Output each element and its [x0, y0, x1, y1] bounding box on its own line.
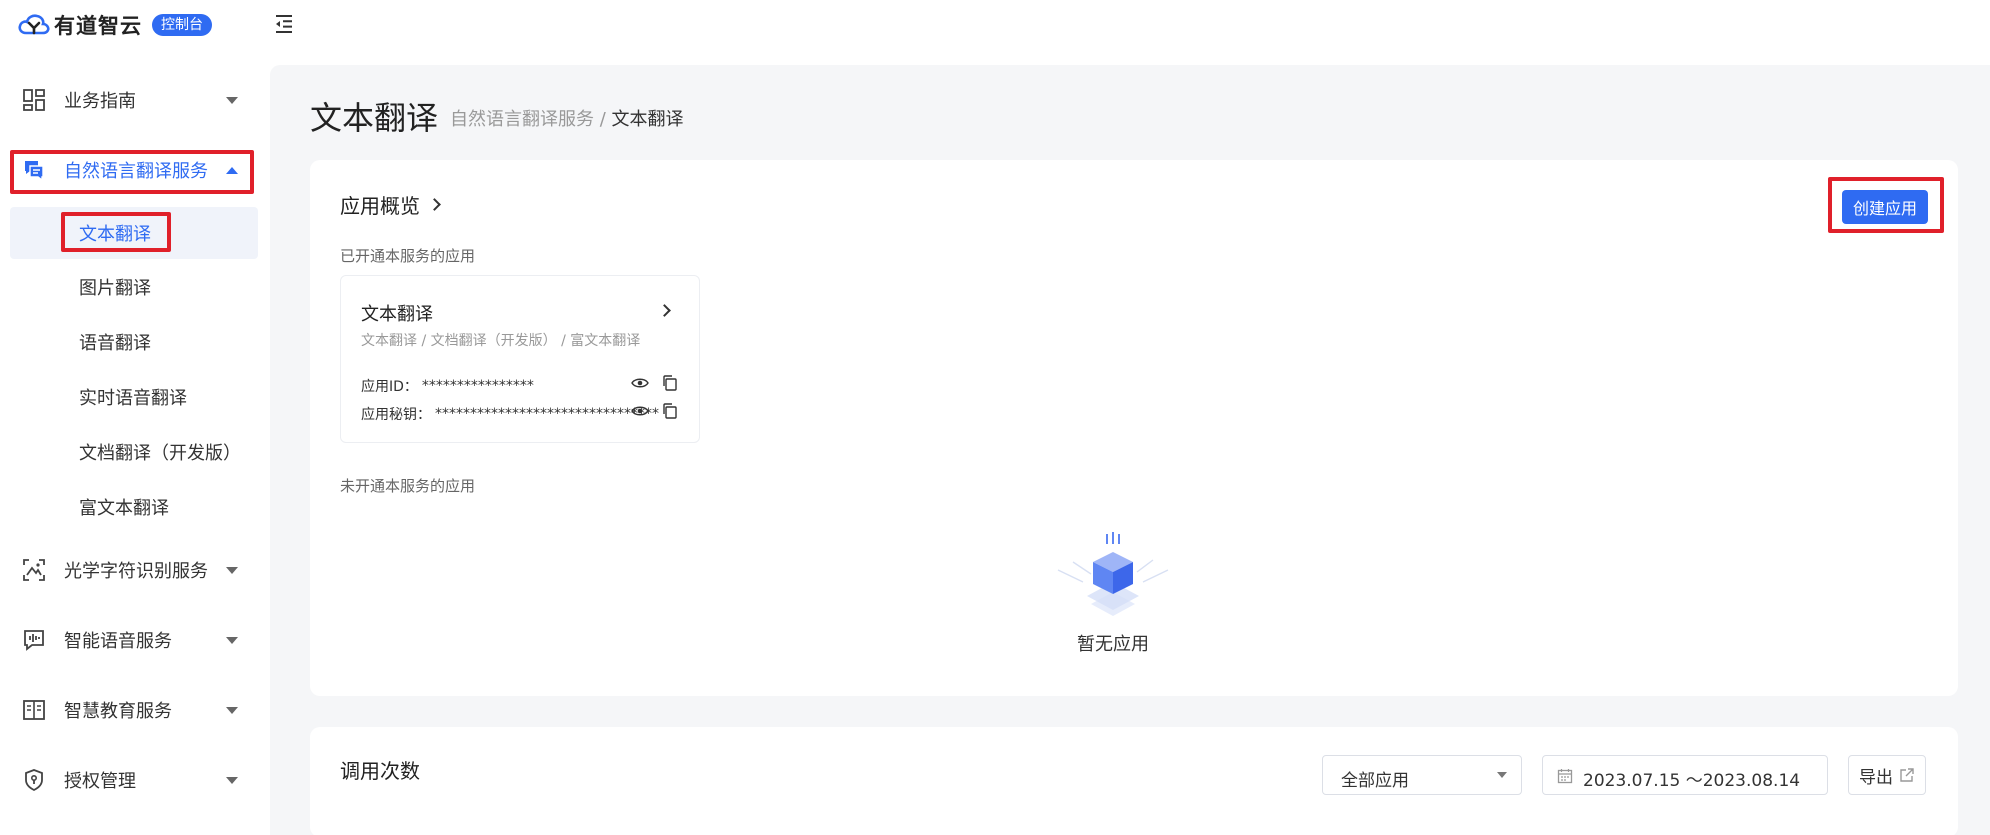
- app-secret-label: 应用秘钥：: [361, 407, 431, 423]
- breadcrumb-current: 文本翻译: [611, 109, 684, 130]
- app-filter-value: 全部应用: [1341, 771, 1409, 791]
- call-count-title: 调用次数: [340, 759, 420, 783]
- sub-item-label: 图片翻译: [79, 278, 151, 299]
- sub-item-realtime-voice-translation[interactable]: 实时语音翻译: [10, 371, 258, 423]
- sub-item-label: 富文本翻译: [79, 498, 169, 519]
- caret-down-icon: [1497, 772, 1507, 778]
- calendar-icon: [1557, 769, 1573, 784]
- nav-group-label: 光学字符识别服务: [64, 561, 208, 582]
- copy-icon[interactable]: [661, 402, 679, 420]
- nav-group-guide[interactable]: 业务指南: [10, 72, 258, 128]
- breadcrumb-separator: /: [594, 109, 612, 130]
- top-header: 有道智云 控制台: [0, 0, 1990, 50]
- date-range-value: 2023.07.15 ～2023.08.14: [1583, 771, 1801, 791]
- sub-item-voice-translation[interactable]: 语音翻译: [10, 316, 258, 368]
- nav-group-label: 智慧教育服务: [64, 701, 172, 722]
- empty-state: 暂无应用: [1038, 530, 1188, 660]
- nav-group-label: 自然语言翻译服务: [64, 161, 208, 182]
- brand-name: 有道智云: [54, 14, 142, 38]
- sub-item-label: 文档翻译（开发版）: [79, 443, 241, 464]
- main-content: 文本翻译 自然语言翻译服务 / 文本翻译 应用概览 创建应用 已开通本服务的应用…: [270, 65, 1990, 835]
- copy-icon[interactable]: [661, 374, 679, 392]
- nav-group-education[interactable]: 智慧教育服务: [10, 682, 258, 738]
- breadcrumb: 自然语言翻译服务 / 文本翻译: [450, 105, 684, 131]
- external-link-icon: [1900, 768, 1914, 782]
- app-id-label: 应用ID：: [361, 379, 418, 395]
- nav-group-ocr[interactable]: 光学字符识别服务: [10, 542, 258, 598]
- chevron-right-icon: [428, 198, 441, 211]
- collapse-menu-icon[interactable]: [272, 12, 296, 36]
- sub-item-label: 语音翻译: [79, 333, 151, 354]
- app-secret-row: 应用秘钥： ********************************: [361, 404, 659, 424]
- app-id-row: 应用ID： ****************: [361, 376, 534, 396]
- logo[interactable]: 有道智云 控制台: [18, 10, 212, 40]
- empty-state-text: 暂无应用: [1077, 634, 1149, 655]
- sub-item-text-translation[interactable]: 文本翻译: [10, 207, 258, 259]
- caret-down-icon: [226, 96, 238, 104]
- caret-down-icon: [226, 566, 238, 574]
- chat-translate-icon: [25, 161, 44, 182]
- nav-group-authorization[interactable]: 授权管理: [10, 752, 258, 808]
- grid-icon: [23, 89, 45, 111]
- disabled-apps-heading: 未开通本服务的应用: [340, 477, 476, 495]
- sub-item-image-translation[interactable]: 图片翻译: [10, 261, 258, 313]
- caret-down-icon: [226, 706, 238, 714]
- caret-down-icon: [226, 636, 238, 644]
- app-name: 文本翻译: [361, 304, 433, 325]
- voice-wave-icon: [24, 630, 44, 651]
- scan-image-icon: [23, 559, 45, 581]
- sub-item-richtext-translation[interactable]: 富文本翻译: [10, 481, 258, 533]
- empty-box-icon: [1057, 532, 1169, 616]
- nav-group-nlp-translation[interactable]: 自然语言翻译服务: [10, 142, 258, 198]
- export-button[interactable]: 导出: [1848, 755, 1926, 795]
- enabled-apps-heading: 已开通本服务的应用: [340, 247, 476, 265]
- nav-group-label: 智能语音服务: [64, 631, 172, 652]
- create-app-button[interactable]: 创建应用: [1842, 190, 1928, 224]
- sub-item-label: 文本翻译: [79, 224, 151, 245]
- book-icon: [23, 700, 45, 720]
- app-card[interactable]: 文本翻译 文本翻译 / 文档翻译（开发版） / 富文本翻译 应用ID： ****…: [340, 275, 700, 443]
- eye-icon[interactable]: [631, 402, 649, 420]
- chevron-right-icon[interactable]: [658, 304, 671, 317]
- date-range-picker[interactable]: 2023.07.15 ～2023.08.14: [1542, 755, 1828, 795]
- cloud-logo-icon: [18, 14, 50, 35]
- app-secret-value: ********************************: [435, 406, 659, 422]
- app-id-value: ****************: [421, 378, 534, 394]
- caret-up-icon: [226, 166, 238, 174]
- caret-down-icon: [226, 776, 238, 784]
- call-count-card: 调用次数 全部应用 2023.07.15 ～2023.08.14 导出: [310, 727, 1958, 835]
- breadcrumb-parent[interactable]: 自然语言翻译服务: [450, 109, 594, 130]
- console-badge: 控制台: [152, 14, 212, 36]
- app-overview-title[interactable]: 应用概览: [340, 190, 441, 219]
- app-services: 文本翻译 / 文档翻译（开发版） / 富文本翻译: [361, 333, 641, 349]
- nav-group-label: 业务指南: [64, 91, 136, 112]
- app-overview-card: 应用概览 创建应用 已开通本服务的应用 文本翻译 文本翻译 / 文档翻译（开发版…: [310, 160, 1958, 696]
- sidebar: 业务指南 自然语言翻译服务 文本翻译 图片翻译 语音翻译 实时语音翻译 文档翻译…: [0, 50, 270, 835]
- page-title: 文本翻译: [310, 99, 439, 137]
- app-overview-title-text: 应用概览: [340, 194, 420, 218]
- eye-icon[interactable]: [631, 374, 649, 392]
- nav-group-label: 授权管理: [64, 771, 136, 792]
- nav-group-voice[interactable]: 智能语音服务: [10, 612, 258, 668]
- export-button-label: 导出: [1859, 767, 1893, 788]
- sub-item-document-translation[interactable]: 文档翻译（开发版）: [10, 426, 258, 478]
- sub-item-label: 实时语音翻译: [79, 388, 187, 409]
- app-filter-select[interactable]: 全部应用: [1322, 755, 1522, 795]
- shield-icon: [25, 769, 43, 792]
